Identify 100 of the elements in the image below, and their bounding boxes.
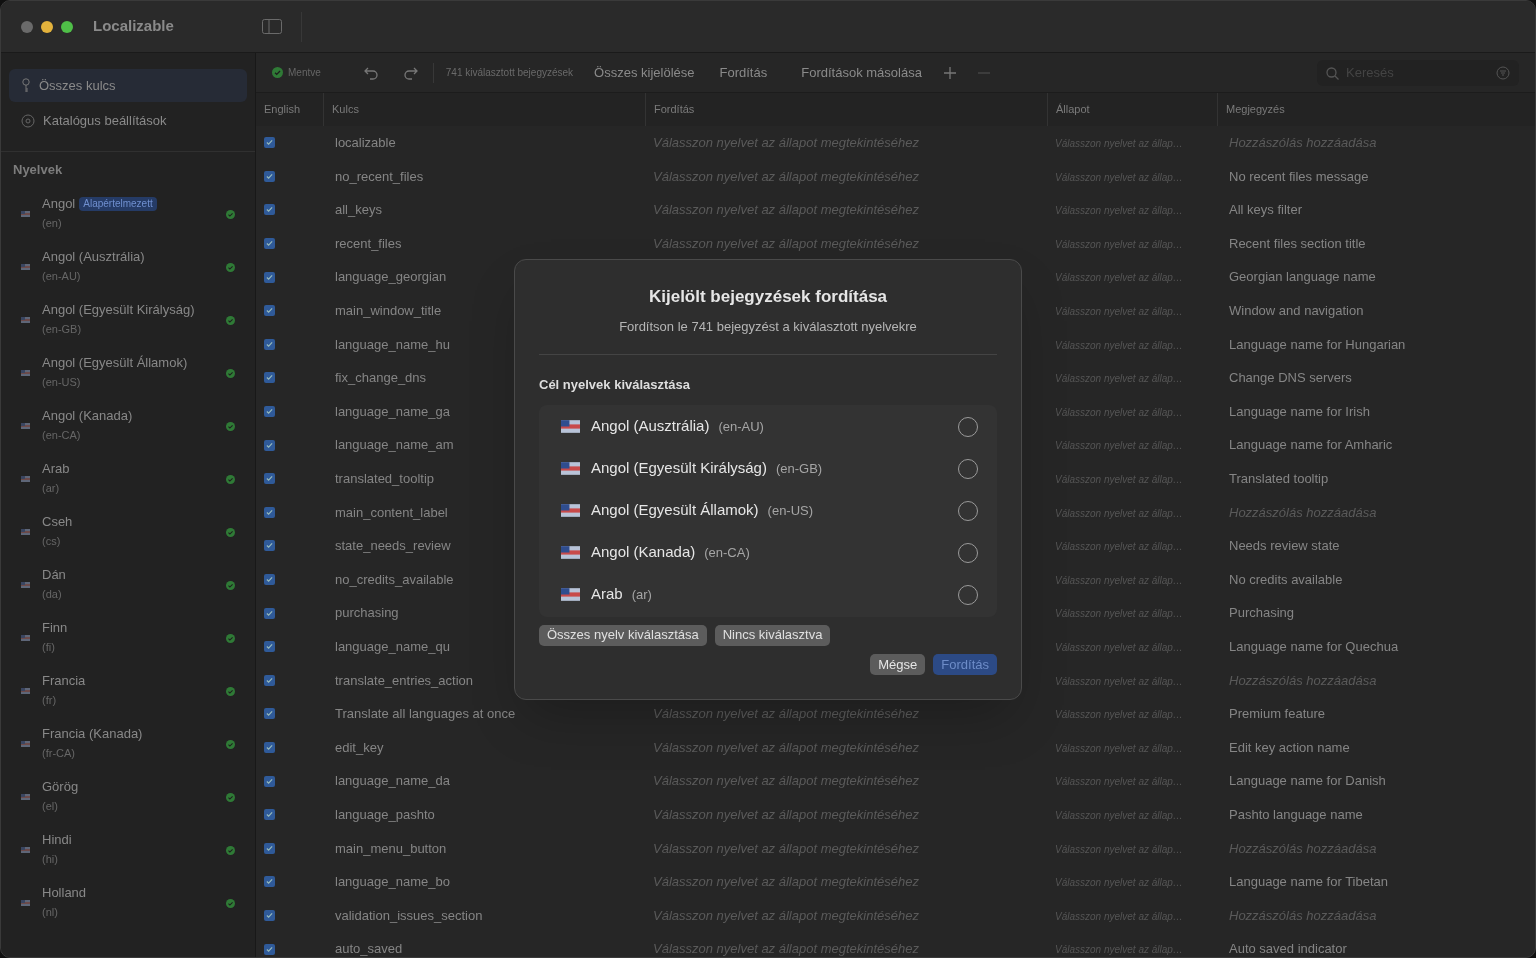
table-cell: Georgian language name bbox=[1229, 269, 1376, 285]
column-header[interactable]: Megjegyzés bbox=[1226, 101, 1285, 118]
flag-icon bbox=[21, 794, 30, 800]
row-checkbox[interactable] bbox=[264, 607, 275, 619]
row-checkbox[interactable] bbox=[264, 170, 275, 182]
close-window-icon[interactable] bbox=[21, 20, 33, 33]
row-checkbox[interactable] bbox=[264, 943, 275, 955]
language-name[interactable]: Angol (Egyesült Államok) bbox=[42, 355, 188, 372]
sidebar-toggle-icon[interactable] bbox=[261, 19, 282, 34]
table-cell: auto_saved bbox=[335, 941, 403, 957]
toolbar-button[interactable]: Fordítás bbox=[719, 62, 768, 83]
language-name[interactable]: Hindi bbox=[42, 832, 72, 849]
saved-check-icon bbox=[272, 67, 283, 78]
table-cell: edit_key bbox=[335, 739, 384, 755]
row-checkbox[interactable] bbox=[264, 137, 275, 149]
table-cell: main_window_title bbox=[335, 303, 442, 318]
row-checkbox[interactable] bbox=[264, 909, 275, 921]
language-name[interactable]: Angol (Kanada) bbox=[42, 408, 133, 425]
minimize-window-icon[interactable] bbox=[41, 20, 53, 33]
flag-icon bbox=[21, 476, 30, 482]
table-cell: Language name for Hungarian bbox=[1229, 336, 1406, 352]
row-checkbox[interactable] bbox=[264, 540, 275, 552]
row-checkbox[interactable] bbox=[264, 742, 275, 753]
row-checkbox[interactable] bbox=[264, 708, 275, 720]
table-cell: Window and navigation bbox=[1229, 303, 1364, 318]
zoom-window-icon[interactable] bbox=[61, 20, 73, 33]
undo-icon[interactable] bbox=[362, 65, 379, 80]
check-icon bbox=[226, 633, 235, 643]
language-option[interactable]: Angol (Ausztrália) (en-AU) bbox=[539, 405, 997, 448]
flag-icon bbox=[561, 588, 580, 601]
language-name[interactable]: Arab bbox=[42, 461, 70, 478]
language-name[interactable]: Finn bbox=[42, 620, 68, 637]
language-name[interactable]: Francia (Kanada) bbox=[42, 726, 143, 743]
flag-icon bbox=[561, 546, 580, 559]
flag-icon bbox=[21, 317, 30, 323]
row-checkbox[interactable] bbox=[264, 439, 275, 451]
row-checkbox[interactable] bbox=[264, 473, 275, 485]
sidebar-item[interactable]: Katalógus beállítások bbox=[9, 104, 247, 137]
row-checkbox[interactable] bbox=[264, 876, 275, 888]
redo-icon[interactable] bbox=[402, 65, 419, 80]
row-checkbox[interactable] bbox=[264, 641, 275, 653]
language-name[interactable]: Francia bbox=[42, 673, 86, 690]
toolbar-button[interactable]: Fordítások másolása bbox=[801, 62, 922, 83]
row-checkbox[interactable] bbox=[264, 406, 275, 418]
language-option[interactable]: Angol (Egyesült Királyság) (en-GB) bbox=[539, 447, 997, 490]
table-cell: language_name_qu bbox=[335, 638, 450, 654]
row-checkbox[interactable] bbox=[264, 775, 275, 787]
language-name[interactable]: Dán bbox=[42, 567, 66, 584]
table-cell: language_name_ga bbox=[335, 403, 450, 419]
table-cell: Premium feature bbox=[1229, 706, 1326, 722]
column-header[interactable]: Fordítás bbox=[654, 101, 695, 118]
row-checkbox[interactable] bbox=[264, 574, 275, 585]
table-cell: Needs review state bbox=[1229, 538, 1340, 554]
row-checkbox[interactable] bbox=[264, 271, 275, 283]
select-button[interactable]: Összes nyelv kiválasztása bbox=[539, 624, 707, 646]
language-code: (cs) bbox=[42, 534, 62, 550]
table-cell: Pashto language name bbox=[1229, 806, 1363, 822]
sidebar-item[interactable]: Összes kulcs bbox=[9, 69, 247, 102]
language-option[interactable]: Angol (Kanada) (en-CA) bbox=[539, 531, 997, 574]
table-cell: language_name_am bbox=[335, 437, 454, 453]
flag-icon bbox=[21, 741, 30, 747]
table-cell: main_menu_button bbox=[335, 840, 447, 856]
toolbar-button[interactable]: Összes kijelölése bbox=[594, 62, 695, 83]
language-name[interactable]: Angol (Egyesült Királyság) bbox=[42, 302, 195, 319]
language-option[interactable]: Arab (ar) bbox=[539, 573, 997, 616]
row-checkbox[interactable] bbox=[264, 372, 275, 384]
flag-icon bbox=[561, 504, 580, 517]
table-cell: localizable bbox=[335, 135, 396, 151]
row-checkbox[interactable] bbox=[264, 809, 275, 821]
row-checkbox[interactable] bbox=[264, 674, 275, 686]
row-checkbox[interactable] bbox=[264, 842, 275, 854]
language-code: (en-CA) bbox=[42, 428, 82, 444]
cancel-button[interactable]: Mégse bbox=[870, 654, 926, 675]
row-checkbox[interactable] bbox=[264, 204, 275, 216]
language-code: (el) bbox=[42, 799, 59, 815]
check-icon bbox=[226, 527, 235, 537]
table-cell: Language name for Amharic bbox=[1229, 437, 1393, 453]
row-checkbox[interactable] bbox=[264, 338, 275, 350]
row-checkbox[interactable] bbox=[264, 238, 275, 250]
column-header[interactable]: English bbox=[264, 101, 301, 118]
search-icon bbox=[1326, 66, 1339, 80]
language-code: (fi) bbox=[42, 640, 56, 656]
check-icon bbox=[226, 792, 235, 802]
language-name[interactable]: Görög bbox=[42, 779, 79, 796]
language-option[interactable]: Angol (Egyesült Államok) (en-US) bbox=[539, 489, 997, 532]
table-cell: Translated tooltip bbox=[1229, 471, 1329, 486]
column-header[interactable]: Kulcs bbox=[332, 101, 359, 118]
table-cell: translate_entries_action bbox=[335, 672, 474, 688]
language-name[interactable]: Angol (Ausztrália) bbox=[42, 249, 145, 266]
row-checkbox[interactable] bbox=[264, 506, 275, 518]
language-name[interactable]: Cseh bbox=[42, 514, 73, 531]
table-cell: language_name_bo bbox=[335, 874, 450, 890]
table-cell: no_recent_files bbox=[335, 168, 424, 184]
row-checkbox[interactable] bbox=[264, 305, 275, 317]
language-name[interactable]: Angol bbox=[42, 196, 76, 213]
column-header[interactable]: Állapot bbox=[1056, 101, 1090, 118]
language-name[interactable]: Holland bbox=[42, 885, 87, 902]
select-button[interactable]: Nincs kiválasztva bbox=[714, 624, 831, 646]
add-icon[interactable] bbox=[943, 66, 956, 79]
dialog-subtitle: Fordítson le 741 bejegyzést a kiválasztott nyelvekre bbox=[618, 317, 918, 336]
